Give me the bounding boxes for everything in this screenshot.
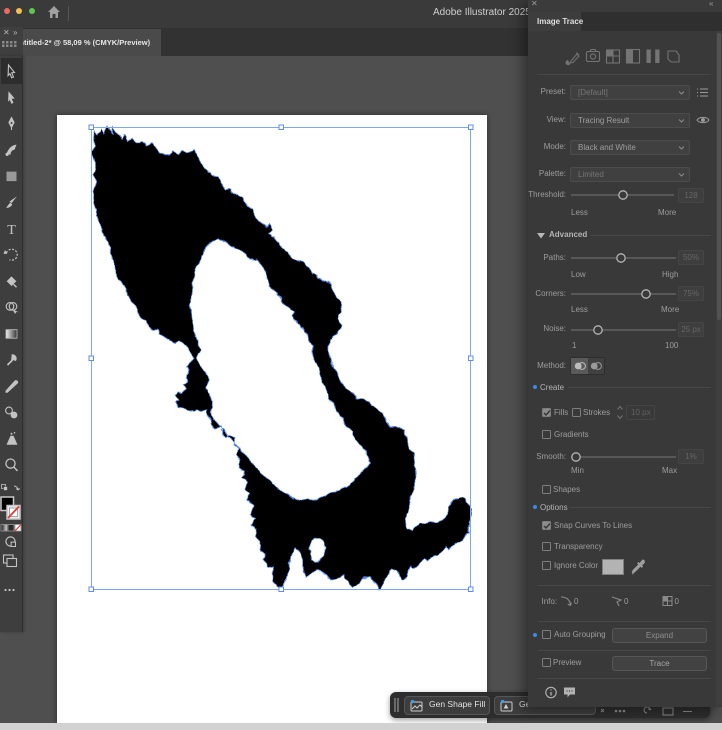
svg-text:T: T — [7, 223, 16, 238]
